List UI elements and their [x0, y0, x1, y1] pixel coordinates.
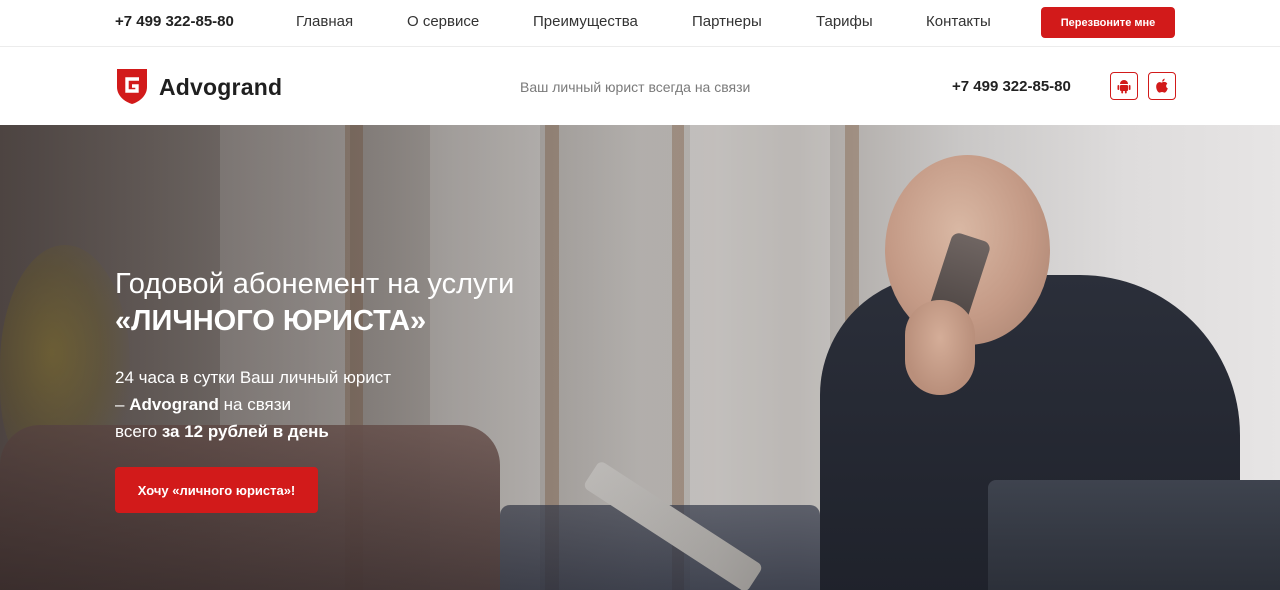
callback-button[interactable]: Перезвоните мне: [1041, 7, 1175, 38]
header-phone-number[interactable]: +7 499 322-85-80: [952, 78, 1071, 95]
android-app-button[interactable]: [1110, 72, 1138, 100]
android-icon: [1117, 80, 1131, 94]
apple-icon: [1156, 78, 1168, 93]
nav-item-tariffs[interactable]: Тарифы: [816, 13, 873, 30]
price-highlight: за 12 рублей в день: [161, 422, 329, 441]
site-header: Advogrand Ваш личный юрист всегда на свя…: [0, 48, 1280, 125]
nav-item-about[interactable]: О сервисе: [407, 13, 479, 30]
tagline: Ваш личный юрист всегда на связи: [520, 79, 751, 95]
brand-name: Advogrand: [129, 395, 219, 414]
nav-item-contacts[interactable]: Контакты: [926, 13, 991, 30]
apple-app-button[interactable]: [1148, 72, 1176, 100]
nav-item-partners[interactable]: Партнеры: [692, 13, 762, 30]
hero-subtitle-line1: 24 часа в сутки Ваш личный юрист: [115, 368, 392, 387]
shield-logo-icon[interactable]: [115, 67, 149, 105]
hero-subtitle-line2: – Advogrand на связи: [115, 395, 292, 414]
top-phone-number[interactable]: +7 499 322-85-80: [115, 13, 234, 30]
nav-item-advantages[interactable]: Преимущества: [533, 13, 638, 30]
hero-title-line2: «ЛИЧНОГО ЮРИСТА»: [115, 305, 427, 337]
want-lawyer-button[interactable]: Хочу «личного юриста»!: [115, 467, 318, 513]
hero-subtitle-line3: всего за 12 рублей в день: [115, 422, 329, 441]
hero-banner: Годовой абонемент на услуги «ЛИЧНОГО ЮРИ…: [0, 125, 1280, 590]
nav-item-home[interactable]: Главная: [296, 13, 353, 30]
top-navigation: +7 499 322-85-80 Главная О сервисе Преим…: [0, 0, 1280, 47]
logo-text[interactable]: Advogrand: [159, 74, 282, 101]
hero-title-line1: Годовой абонемент на услуги: [115, 268, 515, 300]
